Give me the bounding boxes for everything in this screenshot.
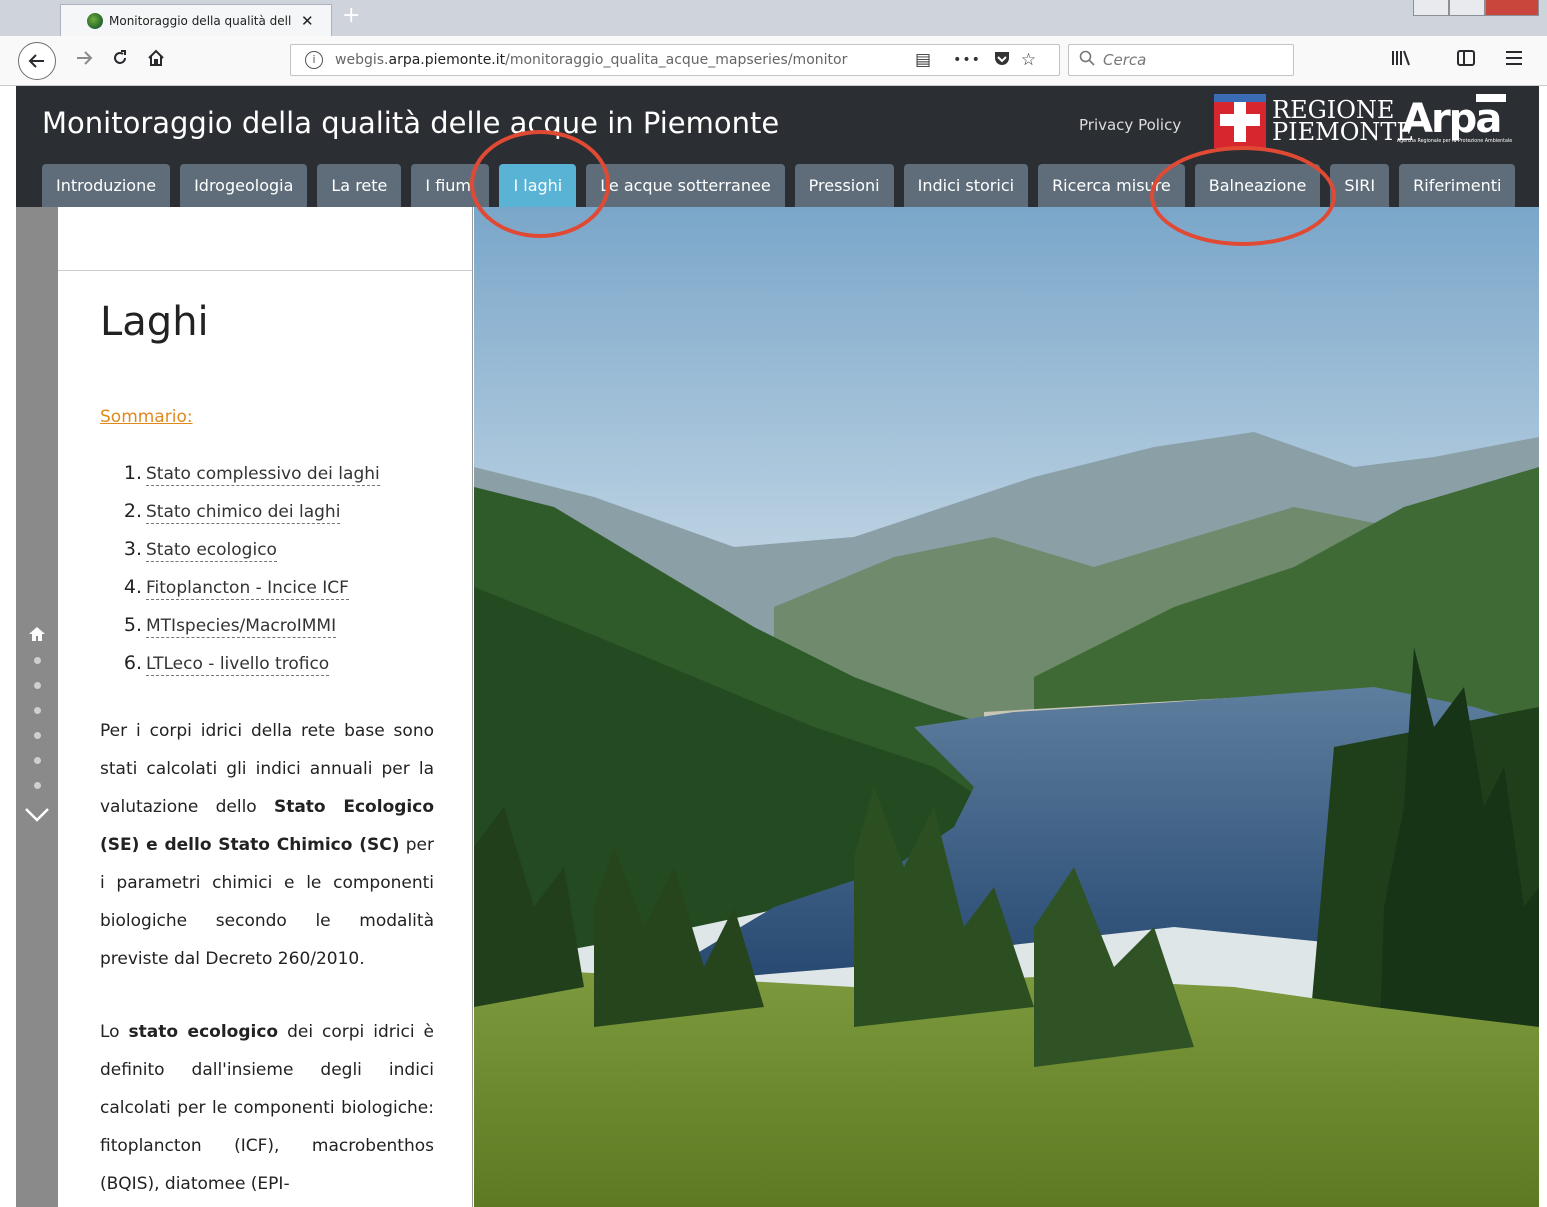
info-icon[interactable]: i	[305, 51, 323, 69]
tab-la-rete[interactable]: La rete	[317, 164, 402, 207]
list-item: 5. MTIspecies/MacroIMMI	[58, 614, 380, 652]
tab-pressioni[interactable]: Pressioni	[794, 164, 894, 207]
reload-button[interactable]	[110, 48, 130, 73]
list-item: 2. Stato chimico dei laghi	[58, 500, 380, 538]
arpa-logo-text: Arpa	[1402, 96, 1502, 142]
chevron-down-icon[interactable]	[24, 805, 50, 825]
list-number: 1.	[123, 462, 142, 484]
home-icon	[148, 49, 164, 66]
annotation-circle-balneazione	[1150, 146, 1336, 246]
browser-tabbar: Monitoraggio della qualità dell ✕ +	[0, 0, 1547, 36]
tab-acque-sotterranee[interactable]: Le acque sotterranee	[586, 164, 785, 207]
regione-piemonte-logo[interactable]: REGIONE PIEMONTE	[1214, 94, 1414, 148]
list-number: 4.	[123, 576, 142, 598]
summary-link[interactable]: LTLeco - livello trofico	[146, 653, 330, 676]
content-panel[interactable]: Laghi Sommario: 1. Stato complessivo dei …	[58, 207, 473, 1207]
list-number: 3.	[123, 538, 142, 560]
search-icon	[1079, 50, 1095, 70]
summary-link[interactable]: Stato ecologico	[146, 539, 277, 562]
browser-tab[interactable]: Monitoraggio della qualità dell ✕	[60, 4, 332, 36]
arpa-logo[interactable]: Arpa Agenzia Regionale per la Protezione…	[1396, 92, 1514, 150]
summary-list: 1. Stato complessivo dei laghi 2. Stato ch…	[58, 462, 380, 690]
pocket-shape	[994, 51, 1009, 65]
sidebar-toggle-icon[interactable]	[1456, 48, 1476, 73]
paragraph-text: dei corpi idrici è definito dall'insieme…	[100, 1022, 434, 1194]
url-text: webgis.arpa.piemonte.it/monitoraggio_qua…	[335, 52, 848, 68]
tab-introduzione[interactable]: Introduzione	[42, 164, 171, 207]
search-placeholder: Cerca	[1103, 51, 1147, 69]
summary-link[interactable]: Fitoplancton - Incice ICF	[146, 577, 349, 600]
home-icon[interactable]	[28, 625, 46, 648]
page-title: Laghi	[100, 299, 209, 345]
panel-divider	[58, 270, 472, 271]
list-item: 6. LTLeco - livello trofico	[58, 652, 380, 690]
close-window-button[interactable]	[1485, 0, 1539, 16]
reload-icon	[114, 50, 126, 64]
forward-button[interactable]	[74, 48, 94, 73]
arpa-logo-subtitle: Agenzia Regionale per la Protezione Ambi…	[1396, 138, 1512, 144]
reader-view-icon[interactable]: ▤	[915, 50, 931, 70]
paragraph-text: Lo	[100, 1022, 129, 1042]
pocket-icon[interactable]	[993, 49, 1011, 72]
home-button[interactable]	[146, 48, 166, 73]
new-tab-button[interactable]: +	[342, 4, 360, 28]
summary-link[interactable]: MTIspecies/MacroIMMI	[146, 615, 337, 638]
more-actions-icon[interactable]: •••	[953, 52, 981, 68]
slide-dot[interactable]	[34, 757, 41, 764]
site-title: Monitoraggio della qualità delle acque i…	[42, 106, 780, 140]
summary-link[interactable]: Stato chimico dei laghi	[146, 501, 341, 524]
tab-close-icon[interactable]: ✕	[301, 12, 314, 30]
arrow-right-icon	[77, 51, 93, 65]
browser-navbar: i webgis.arpa.piemonte.it/monitoraggio_q…	[0, 36, 1547, 86]
globe-favicon-icon	[87, 12, 103, 29]
list-number: 5.	[123, 614, 142, 636]
minimize-button[interactable]	[1413, 0, 1449, 16]
bookmark-star-icon[interactable]: ☆	[1021, 50, 1036, 70]
list-item: 1. Stato complessivo dei laghi	[58, 462, 380, 500]
search-field[interactable]: Cerca	[1068, 44, 1294, 76]
library-icon[interactable]	[1390, 48, 1412, 73]
arrow-left-icon	[28, 54, 44, 68]
privacy-policy-link[interactable]: Privacy Policy	[1079, 116, 1181, 134]
window-controls	[1413, 0, 1539, 16]
tab-siri[interactable]: SIRI	[1330, 164, 1390, 207]
lake-landscape-photo	[474, 207, 1539, 1207]
url-bar[interactable]: i webgis.arpa.piemonte.it/monitoraggio_q…	[290, 44, 1060, 76]
intro-paragraph: Per i corpi idrici della rete base sono …	[100, 712, 434, 978]
ecological-paragraph: Lo stato ecologico dei corpi idrici è de…	[100, 1013, 434, 1203]
list-item: 4. Fitoplancton - Incice ICF	[58, 576, 380, 614]
regione-logo-line2: PIEMONTE	[1272, 118, 1414, 146]
browser-tab-title: Monitoraggio della qualità dell	[109, 13, 292, 28]
back-button[interactable]	[18, 42, 56, 80]
slide-nav-strip	[16, 207, 58, 1207]
paragraph-bold: stato ecologico	[128, 1022, 279, 1042]
tab-idrogeologia[interactable]: Idrogeologia	[180, 164, 308, 207]
slide-dot[interactable]	[34, 682, 41, 689]
slide-dot[interactable]	[34, 782, 41, 789]
hamburger-menu-icon[interactable]	[1504, 48, 1524, 73]
list-item: 3. Stato ecologico	[58, 538, 380, 576]
list-number: 2.	[123, 500, 142, 522]
slide-dot[interactable]	[34, 707, 41, 714]
tab-riferimenti[interactable]: Riferimenti	[1399, 164, 1516, 207]
tab-indici-storici[interactable]: Indici storici	[903, 164, 1029, 207]
list-number: 6.	[123, 652, 142, 674]
summary-link[interactable]: Stato complessivo dei laghi	[146, 463, 380, 486]
paragraph-text: per i parametri chimici e le componenti …	[100, 835, 434, 969]
sommario-link[interactable]: Sommario:	[100, 407, 193, 427]
slide-dot[interactable]	[34, 732, 41, 739]
maximize-button[interactable]	[1449, 0, 1485, 16]
annotation-circle-laghi	[470, 130, 610, 238]
regione-flag-icon	[1214, 94, 1266, 148]
slide-dot[interactable]	[34, 657, 41, 664]
